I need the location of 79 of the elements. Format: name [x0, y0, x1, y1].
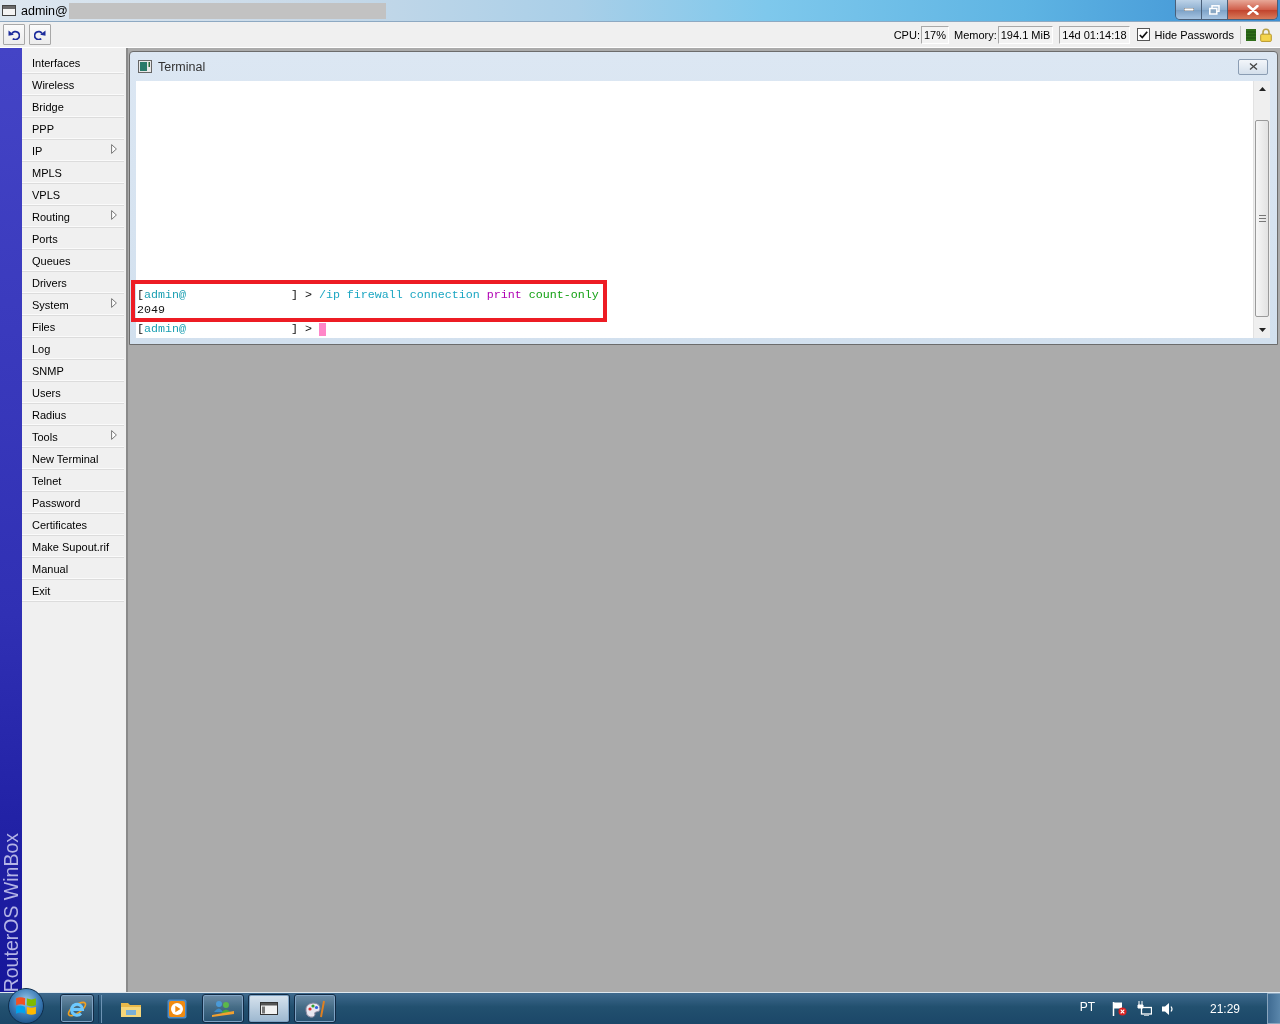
- flag-icon[interactable]: [1111, 1001, 1127, 1016]
- terminal-line: [admin@ ] > /ip firewall connection print count-only: [137, 288, 599, 303]
- checkbox-label[interactable]: Hide Passwords: [1154, 28, 1234, 41]
- lock-icon: [1260, 27, 1272, 42]
- language-indicator[interactable]: PT: [1079, 999, 1095, 1014]
- down-arrow-icon: [1258, 328, 1266, 332]
- scrollbar[interactable]: [1253, 81, 1270, 338]
- close-icon: [1246, 4, 1259, 15]
- menu-item[interactable]: Telnet: [22, 470, 124, 492]
- grip-icon: [1258, 215, 1266, 222]
- taskbar-button[interactable]: [294, 994, 336, 1023]
- checkbox[interactable]: [1136, 28, 1150, 41]
- redo-icon: [34, 29, 46, 40]
- restore-icon: [1209, 4, 1220, 15]
- speaker-icon[interactable]: [1161, 1001, 1174, 1016]
- uptime-value: 14d 01:14:18: [1059, 25, 1130, 44]
- close-button[interactable]: [1238, 58, 1268, 75]
- menu-item[interactable]: Routing: [22, 206, 124, 228]
- menu-item[interactable]: System: [22, 294, 124, 316]
- menu-item[interactable]: Interfaces: [22, 52, 124, 74]
- redo-button[interactable]: [29, 24, 51, 45]
- menu-item[interactable]: Queues: [22, 250, 124, 272]
- brand-label: RouterOS WinBox: [0, 831, 23, 992]
- menu-item[interactable]: SNMP: [22, 360, 124, 382]
- close-button[interactable]: [1228, 0, 1277, 19]
- menu-item[interactable]: Ports: [22, 228, 124, 250]
- menu-item[interactable]: Manual: [22, 558, 124, 580]
- window-icon: [260, 1002, 278, 1015]
- menu-item[interactable]: Log: [22, 338, 124, 360]
- cpu-value: 17%: [920, 25, 949, 44]
- menu-item[interactable]: Wireless: [22, 74, 124, 96]
- cursor-icon: [318, 323, 326, 336]
- submenu-arrow-icon: [111, 430, 117, 440]
- close-icon: [1248, 63, 1258, 70]
- undo-icon: [8, 29, 20, 40]
- menu-item[interactable]: Drivers: [22, 272, 124, 294]
- submenu-arrow-icon: [111, 210, 117, 220]
- menu-item[interactable]: Files: [22, 316, 124, 338]
- menu-item[interactable]: Bridge: [22, 96, 124, 118]
- palette-icon: [304, 998, 326, 1019]
- checkmark-icon: [1138, 30, 1148, 39]
- play-icon: [167, 998, 187, 1019]
- menu-item[interactable]: VPLS: [22, 184, 124, 206]
- menu-item[interactable]: Password: [22, 492, 124, 514]
- indicator-icon: [1246, 28, 1256, 41]
- menu-item[interactable]: PPP: [22, 118, 124, 140]
- submenu-arrow-icon: [111, 144, 117, 154]
- menu-item[interactable]: New Terminal: [22, 448, 124, 470]
- menu-item[interactable]: Tools: [22, 426, 124, 448]
- taskbar-button[interactable]: [248, 994, 290, 1023]
- window-icon: [2, 5, 16, 16]
- memory-value: 194.1 MiB: [997, 25, 1054, 44]
- network-monitor-icon[interactable]: [1136, 1001, 1152, 1016]
- people-icon: [211, 999, 235, 1018]
- restore-button[interactable]: [1202, 0, 1228, 19]
- window-title: admin@: [21, 3, 68, 18]
- terminal-line: 2049: [137, 303, 165, 318]
- cpu-label: CPU:: [893, 28, 920, 41]
- menu-item[interactable]: Users: [22, 382, 124, 404]
- undo-button[interactable]: [3, 24, 25, 45]
- scroll-thumb[interactable]: [1255, 120, 1269, 317]
- menu-item[interactable]: Radius: [22, 404, 124, 426]
- submenu-arrow-icon: [111, 298, 117, 308]
- terminal-icon: [138, 60, 152, 73]
- window-title: Terminal: [158, 59, 206, 74]
- taskbar-button[interactable]: [202, 994, 244, 1023]
- memory-label: Memory:: [953, 28, 997, 41]
- logo-icon: [15, 996, 37, 1016]
- taskbar-button[interactable]: [60, 994, 94, 1023]
- menu-item[interactable]: Exit: [22, 580, 124, 602]
- menu-item[interactable]: Make Supout.rif: [22, 536, 124, 558]
- menu-item[interactable]: Certificates: [22, 514, 124, 536]
- minimize-button[interactable]: [1176, 0, 1202, 19]
- terminal-line: [admin@ ] >: [137, 322, 313, 337]
- menu-item[interactable]: IP: [22, 140, 124, 162]
- minimize-icon: [1183, 8, 1194, 11]
- clock-time[interactable]: 21:29: [1209, 1001, 1240, 1016]
- menu-item[interactable]: MPLS: [22, 162, 124, 184]
- up-arrow-icon: [1258, 87, 1266, 91]
